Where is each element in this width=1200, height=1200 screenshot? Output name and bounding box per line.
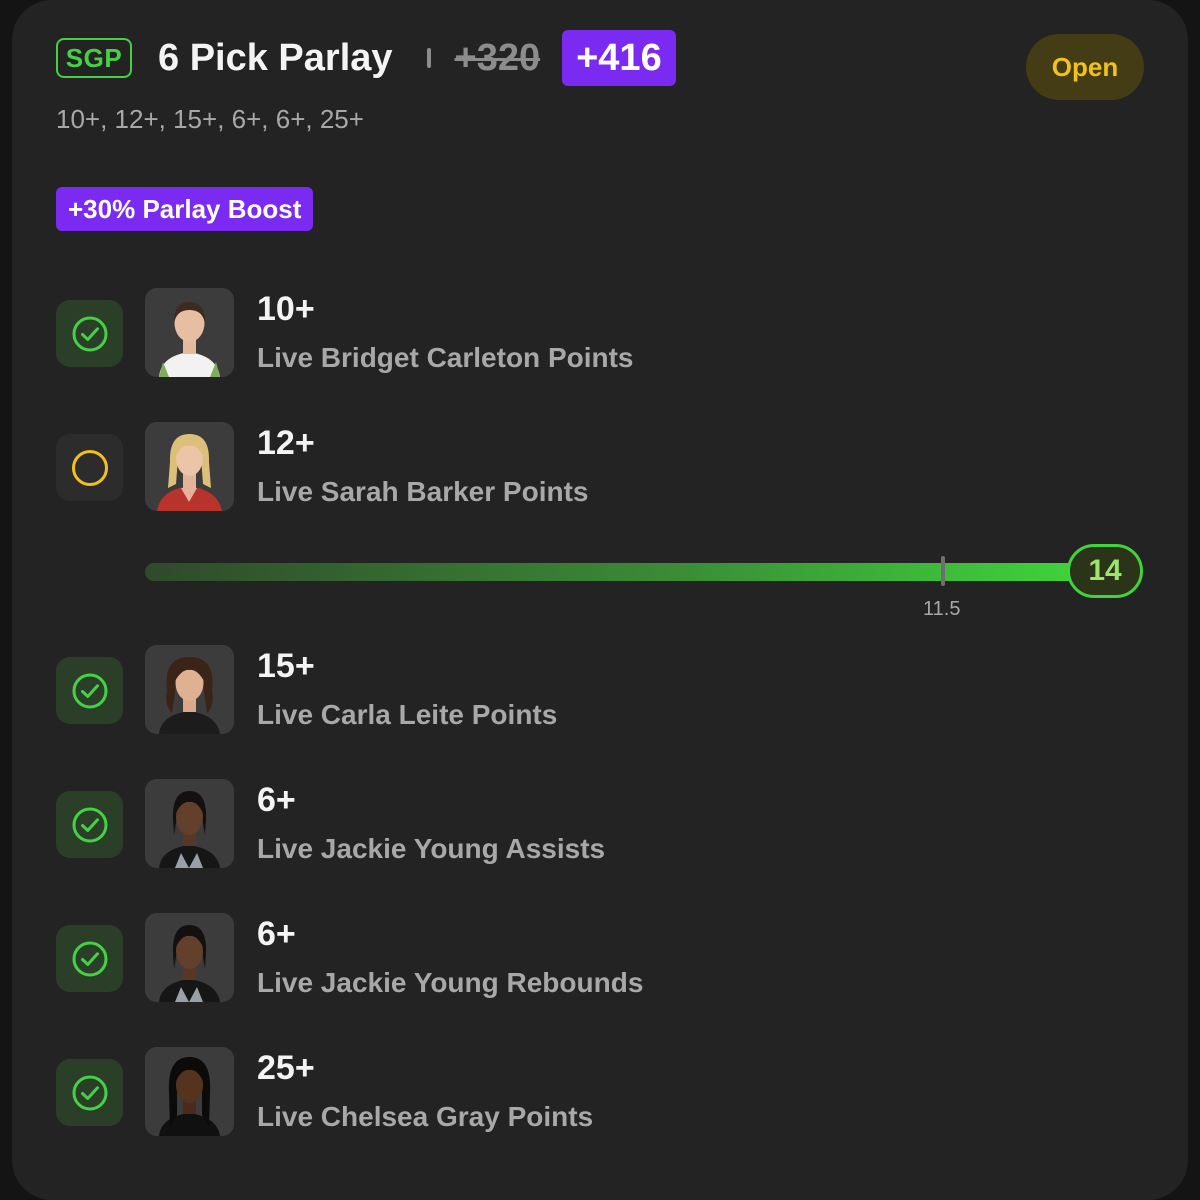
- pick-row[interactable]: 25+ Live Chelsea Gray Points: [56, 1047, 1156, 1137]
- pick-market: Live Sarah Barker Points: [257, 476, 589, 507]
- check-circle-icon: [72, 1075, 107, 1110]
- pick-line: 10+: [257, 290, 315, 328]
- check-circle-icon: [72, 941, 107, 976]
- pick-line: 25+: [257, 1049, 315, 1087]
- bet-status-badge: Open: [1026, 34, 1144, 100]
- won-status: [56, 925, 123, 992]
- check-circle-icon: [72, 673, 107, 708]
- player-avatar: [145, 1047, 234, 1136]
- pick-row[interactable]: 15+ Live Carla Leite Points: [56, 645, 1156, 735]
- parlay-boost-badge: +30% Parlay Boost: [56, 187, 314, 231]
- pick-line: 12+: [257, 424, 315, 462]
- parlay-title: 6 Pick Parlay: [158, 36, 393, 79]
- header-divider: [426, 48, 431, 68]
- pick-line: 6+: [257, 915, 296, 953]
- won-status: [56, 657, 123, 724]
- pick-market: Live Jackie Young Rebounds: [257, 967, 644, 998]
- pick-line: 15+: [257, 647, 315, 685]
- sgp-badge: SGP: [56, 38, 132, 78]
- line-tick-label: 11.5: [923, 598, 961, 620]
- player-avatar: [145, 645, 234, 734]
- original-odds: +320: [454, 36, 541, 79]
- won-status: [56, 791, 123, 858]
- pick-row[interactable]: 6+ Live Jackie Young Assists: [56, 779, 1156, 869]
- pick-market: Live Carla Leite Points: [257, 699, 558, 730]
- pick-row[interactable]: 10+ Live Bridget Carleton Points: [56, 288, 1156, 378]
- current-stat-value: 14: [1067, 544, 1143, 598]
- parlay-legs-summary: 10+, 12+, 15+, 6+, 6+, 25+: [56, 104, 364, 134]
- stat-progress-bar: 11.5 14: [145, 544, 1145, 620]
- boosted-odds: +416: [562, 30, 676, 86]
- player-avatar: [145, 422, 234, 511]
- parlay-header: SGP 6 Pick Parlay +320 +416: [56, 30, 676, 86]
- player-avatar: [145, 779, 234, 868]
- player-avatar: [145, 288, 234, 377]
- player-avatar: [145, 913, 234, 1002]
- pick-market: Live Bridget Carleton Points: [257, 342, 634, 373]
- line-tick-mark: [941, 556, 945, 586]
- won-status: [56, 300, 123, 367]
- check-circle-icon: [72, 316, 107, 351]
- pick-row[interactable]: 12+ Live Sarah Barker Points: [56, 422, 1156, 512]
- pick-market: Live Jackie Young Assists: [257, 833, 606, 864]
- pending-status: [56, 434, 123, 501]
- check-circle-icon: [72, 807, 107, 842]
- circle-icon: [71, 449, 108, 486]
- pick-line: 6+: [257, 781, 296, 819]
- won-status: [56, 1059, 123, 1126]
- pick-row[interactable]: 6+ Live Jackie Young Rebounds: [56, 913, 1156, 1003]
- pick-market: Live Chelsea Gray Points: [257, 1101, 594, 1132]
